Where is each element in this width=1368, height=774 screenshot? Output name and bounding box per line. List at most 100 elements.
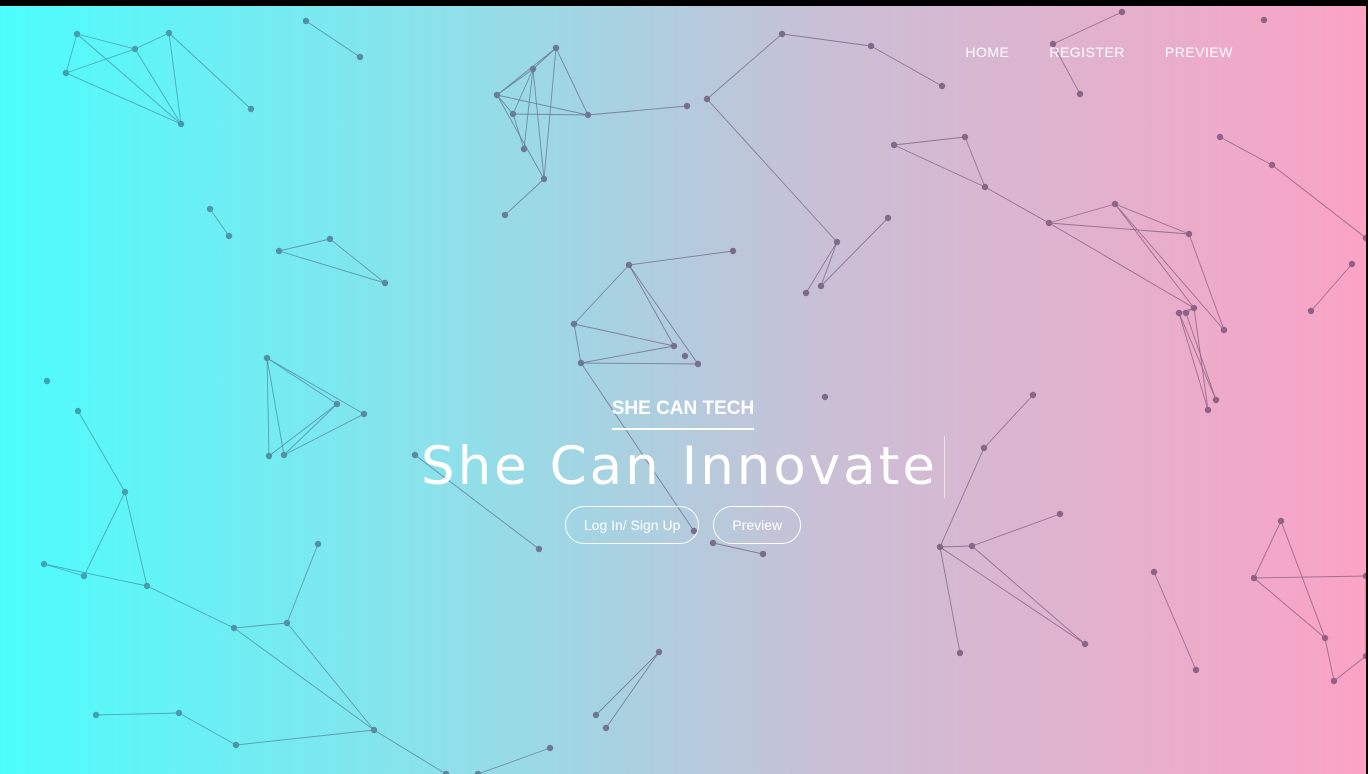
network-node <box>370 726 378 734</box>
network-link <box>278 238 331 252</box>
network-node <box>602 724 610 732</box>
network-node <box>577 359 585 367</box>
network-node <box>1220 326 1228 334</box>
network-link <box>1219 136 1273 166</box>
network-link <box>605 651 660 729</box>
network-node <box>175 709 183 717</box>
network-node <box>1150 568 1158 576</box>
network-link <box>573 323 582 364</box>
network-link <box>95 712 180 716</box>
network-node <box>694 360 702 368</box>
network-node <box>592 711 600 719</box>
network-link <box>512 113 589 116</box>
network-node <box>501 211 509 219</box>
network-link <box>580 362 699 365</box>
network-node <box>867 42 875 50</box>
network-link <box>146 585 235 629</box>
network-link <box>939 546 961 654</box>
network-node <box>1307 307 1315 315</box>
login-signup-button[interactable]: Log In/ Sign Up <box>564 506 700 544</box>
network-node <box>1081 640 1089 648</box>
network-node <box>1268 161 1276 169</box>
network-node <box>817 282 825 290</box>
network-node <box>1185 230 1193 238</box>
network-node <box>703 95 711 103</box>
network-node <box>326 235 334 243</box>
network-link <box>1153 571 1197 671</box>
top-nav: HOME REGISTER PREVIEW <box>965 44 1233 60</box>
network-link <box>512 113 525 150</box>
network-link <box>1052 11 1123 45</box>
network-link <box>781 33 872 47</box>
network-link <box>971 545 1086 645</box>
network-node <box>570 320 578 328</box>
network-link <box>870 45 943 87</box>
network-link <box>496 47 557 96</box>
network-link <box>628 264 699 365</box>
network-node <box>1175 309 1183 317</box>
network-node <box>546 744 554 752</box>
network-node <box>1182 309 1190 317</box>
network-node <box>177 120 185 128</box>
network-node <box>247 105 255 113</box>
preview-button[interactable]: Preview <box>713 506 802 544</box>
network-link <box>1048 203 1116 224</box>
network-node <box>283 619 291 627</box>
network-node <box>1190 304 1198 312</box>
network-link <box>1048 222 1195 309</box>
network-link <box>1178 312 1217 401</box>
network-link <box>939 546 1086 645</box>
network-link <box>168 32 252 110</box>
network-node <box>670 342 678 350</box>
network-link <box>134 32 170 50</box>
network-link <box>329 238 386 284</box>
nav-register-link[interactable]: REGISTER <box>1049 44 1125 60</box>
network-node <box>493 91 501 99</box>
nav-home-link[interactable]: HOME <box>965 44 1009 60</box>
network-link <box>209 208 230 237</box>
nav-preview-link[interactable]: PREVIEW <box>1165 44 1233 60</box>
network-node <box>40 560 48 568</box>
network-node <box>131 45 139 53</box>
network-link <box>233 622 288 629</box>
network-node <box>884 214 892 222</box>
network-node <box>263 354 271 362</box>
network-link <box>1253 577 1326 639</box>
network-node <box>802 289 810 297</box>
network-link <box>706 98 838 243</box>
headline-wrapper: She Can Innovate <box>0 436 1366 498</box>
particle-network-background <box>40 8 1366 774</box>
network-node <box>1216 133 1224 141</box>
network-node <box>1076 90 1084 98</box>
network-link <box>1271 164 1366 239</box>
network-link <box>939 545 973 548</box>
network-node <box>1045 219 1053 227</box>
network-link <box>286 543 319 624</box>
network-node <box>833 238 841 246</box>
network-link <box>1114 203 1225 331</box>
hero-section: HOME REGISTER PREVIEW SHE CAN TECH She C… <box>0 6 1366 774</box>
network-link <box>65 48 136 74</box>
network-link <box>65 72 182 125</box>
network-link <box>595 651 660 716</box>
network-link <box>1253 575 1366 579</box>
network-node <box>961 133 969 141</box>
network-link <box>893 144 986 188</box>
network-link <box>573 323 675 347</box>
network-node <box>681 352 689 360</box>
network-node <box>759 550 767 558</box>
network-node <box>80 572 88 580</box>
network-node <box>956 649 964 657</box>
network-node <box>535 545 543 553</box>
network-link <box>178 712 237 746</box>
network-link <box>168 32 182 125</box>
network-node <box>778 30 786 38</box>
network-link <box>580 345 675 364</box>
network-node <box>729 247 737 255</box>
network-link <box>712 542 764 555</box>
network-node <box>1260 16 1268 24</box>
network-node <box>981 183 989 191</box>
network-link <box>573 264 630 325</box>
network-link <box>628 250 734 266</box>
network-link <box>477 747 551 774</box>
